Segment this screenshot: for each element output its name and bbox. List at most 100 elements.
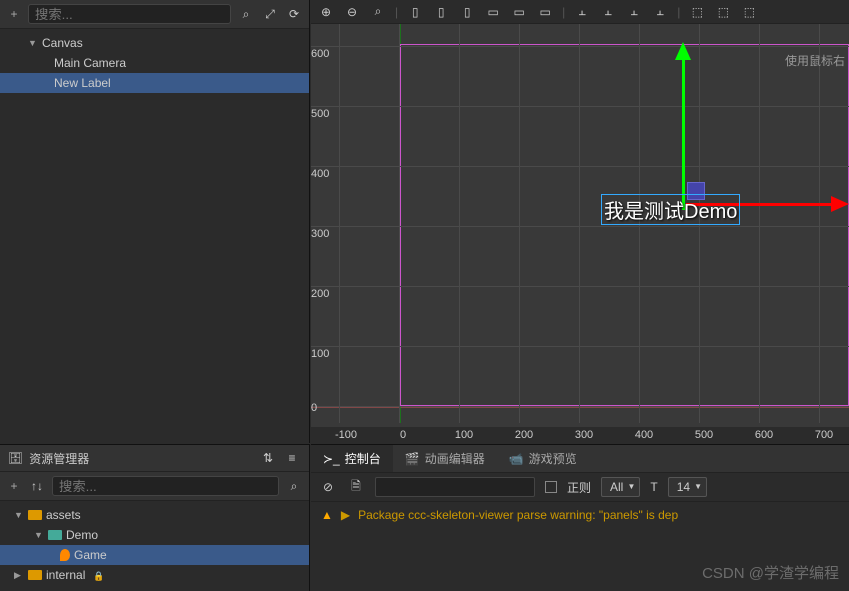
tab-console[interactable]: ≻_ 控制台 xyxy=(311,445,393,472)
hierarchy-panel: + ⌕ ⤢ ⟳ ▼ Canvas Main Camera New Label xyxy=(0,0,310,443)
assets-tree: ▼ assets ▼ Demo Game ▶ internal xyxy=(0,501,309,589)
expand-arrow-icon[interactable]: ▼ xyxy=(28,38,38,48)
x-tick: 100 xyxy=(455,429,473,441)
zoom-out-icon[interactable]: ⊖ xyxy=(343,3,361,21)
tab-animation[interactable]: 🎬 动画编辑器 xyxy=(393,445,497,472)
asset-item-game[interactable]: Game xyxy=(0,545,309,565)
sort-asc-icon[interactable]: ↑↓ xyxy=(28,477,46,495)
message-text: Package ccc-skeleton-viewer parse warnin… xyxy=(358,508,678,522)
hierarchy-tree: ▼ Canvas Main Camera New Label xyxy=(0,29,309,97)
canvas-bounds xyxy=(400,44,849,406)
add-node-button[interactable]: + xyxy=(6,6,22,22)
assets-search-input[interactable] xyxy=(52,476,279,496)
x-tick: -100 xyxy=(335,429,357,441)
animation-icon: 🎬 xyxy=(405,452,420,466)
tab-label: 游戏预览 xyxy=(529,450,577,467)
x-tick: 0 xyxy=(400,429,406,441)
caret-icon: ▶ xyxy=(341,508,350,522)
zoom-in-icon[interactable]: ⊕ xyxy=(317,3,335,21)
hierarchy-search-input[interactable] xyxy=(28,4,231,24)
align-center-icon[interactable]: ▯ xyxy=(432,3,450,21)
tool-icon[interactable]: ⬚ xyxy=(714,3,732,21)
hierarchy-toolbar: + ⌕ ⤢ ⟳ xyxy=(0,0,309,29)
x-tick: 400 xyxy=(635,429,653,441)
console-message[interactable]: ▲ ▶ Package ccc-skeleton-viewer parse wa… xyxy=(311,502,849,528)
x-tick: 500 xyxy=(695,429,713,441)
bottom-tabs: ≻_ 控制台 🎬 动画编辑器 📹 游戏预览 xyxy=(311,445,849,473)
assets-toolbar: + ↑↓ ⌕ xyxy=(0,472,309,501)
x-tick: 600 xyxy=(755,429,773,441)
zoom-fit-icon[interactable]: ⌕ xyxy=(369,3,387,21)
warning-icon: ▲ xyxy=(321,508,333,522)
add-asset-button[interactable]: + xyxy=(6,478,22,494)
watermark: CSDN @学渣学编程 xyxy=(702,562,839,583)
distribute-h-icon[interactable]: ⫠ xyxy=(573,3,591,21)
console-icon: ≻_ xyxy=(323,452,340,466)
preview-icon: 📹 xyxy=(509,452,524,466)
asset-item-internal[interactable]: ▶ internal xyxy=(0,565,309,585)
asset-label: Game xyxy=(74,548,107,562)
asset-item-assets[interactable]: ▼ assets xyxy=(0,505,309,525)
hint-text: 使用鼠标右 xyxy=(785,52,845,69)
menu-icon[interactable]: ≡ xyxy=(283,449,301,467)
x-tick: 300 xyxy=(575,429,593,441)
file-icon[interactable]: 🗎 xyxy=(347,478,365,496)
scene-toolbar: ⊕ ⊖ ⌕ | ▯ ▯ ▯ ▭ ▭ ▭ | ⫠ ⫠ ⫠ ⫠ | ⬚ ⬚ ⬚ xyxy=(311,0,849,24)
scene-panel: ⊕ ⊖ ⌕ | ▯ ▯ ▯ ▭ ▭ ▭ | ⫠ ⫠ ⫠ ⫠ | ⬚ ⬚ ⬚ 使用… xyxy=(311,0,849,443)
align-bottom-icon[interactable]: ▭ xyxy=(536,3,554,21)
asset-item-demo[interactable]: ▼ Demo xyxy=(0,525,309,545)
expand-arrow-icon[interactable]: ▶ xyxy=(14,570,24,581)
console-filter-input[interactable] xyxy=(375,477,535,497)
asset-label: internal xyxy=(46,568,85,582)
tool-icon[interactable]: ⬚ xyxy=(740,3,758,21)
tree-item-camera[interactable]: Main Camera xyxy=(0,53,309,73)
x-axis-labels: -100 0 100 200 300 400 500 600 700 xyxy=(311,427,849,443)
y-axis-labels: 600 500 400 300 200 100 0 xyxy=(311,24,329,423)
regex-checkbox[interactable] xyxy=(545,481,557,493)
align-middle-icon[interactable]: ▭ xyxy=(510,3,528,21)
assets-title: 资源管理器 xyxy=(29,450,89,467)
asset-label: Demo xyxy=(66,528,98,542)
regex-label: 正则 xyxy=(567,479,591,496)
tab-label: 动画编辑器 xyxy=(425,450,485,467)
assets-panel: 🗄 资源管理器 ⇅ ≡ + ↑↓ ⌕ ▼ assets ▼ Demo Game … xyxy=(0,444,310,591)
lock-icon xyxy=(89,568,104,582)
tab-preview[interactable]: 📹 游戏预览 xyxy=(497,445,589,472)
text-icon: T xyxy=(650,480,657,494)
folder-icon xyxy=(28,510,42,520)
refresh-icon[interactable]: ⟳ xyxy=(285,5,303,23)
distribute-icon[interactable]: ⫠ xyxy=(625,3,643,21)
fontsize-select[interactable]: 14 xyxy=(668,477,707,497)
collapse-icon[interactable]: ⤢ xyxy=(261,5,279,23)
tree-label: New Label xyxy=(54,76,111,90)
search-icon[interactable]: ⌕ xyxy=(285,477,303,495)
align-top-icon[interactable]: ▭ xyxy=(484,3,502,21)
folder-icon xyxy=(28,570,42,580)
db-icon: 🗄 xyxy=(8,451,23,465)
expand-arrow-icon[interactable]: ▼ xyxy=(34,530,44,540)
sort-icon[interactable]: ⇅ xyxy=(259,449,277,467)
expand-arrow-icon[interactable]: ▼ xyxy=(14,510,24,520)
x-tick: 200 xyxy=(515,429,533,441)
scene-viewport[interactable]: 使用鼠标右 我是测试Demo 600 500 400 300 200 100 0 xyxy=(311,24,849,423)
search-icon[interactable]: ⌕ xyxy=(237,5,255,23)
grid xyxy=(311,24,849,423)
align-left-icon[interactable]: ▯ xyxy=(406,3,424,21)
assets-header: 🗄 资源管理器 ⇅ ≡ xyxy=(0,445,309,472)
selected-node-label[interactable]: 我是测试Demo xyxy=(601,194,740,225)
x-tick: 700 xyxy=(815,429,833,441)
tool-icon[interactable]: ⬚ xyxy=(688,3,706,21)
distribute-icon[interactable]: ⫠ xyxy=(651,3,669,21)
tree-label: Main Camera xyxy=(54,56,126,70)
tree-item-newlabel[interactable]: New Label xyxy=(0,73,309,93)
filter-select[interactable]: All xyxy=(601,477,640,497)
console-toolbar: ⊘ 🗎 正则 All T 14 xyxy=(311,473,849,502)
asset-label: assets xyxy=(46,508,81,522)
scene-icon xyxy=(60,549,70,561)
tab-label: 控制台 xyxy=(345,450,381,467)
distribute-v-icon[interactable]: ⫠ xyxy=(599,3,617,21)
tree-item-canvas[interactable]: ▼ Canvas xyxy=(0,33,309,53)
tree-label: Canvas xyxy=(42,36,83,50)
align-right-icon[interactable]: ▯ xyxy=(458,3,476,21)
clear-icon[interactable]: ⊘ xyxy=(319,478,337,496)
